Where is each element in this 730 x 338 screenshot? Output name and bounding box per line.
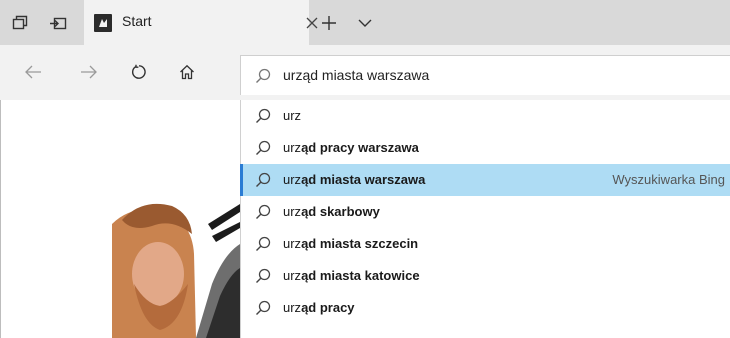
suggestion-text: urząd pracy <box>283 300 355 315</box>
address-bar[interactable]: urząd miasta warszawa <box>240 55 730 95</box>
search-icon <box>256 68 271 83</box>
home-icon <box>180 64 194 80</box>
search-suggestions-dropdown: urz urząd pracy warszawa urząd miasta wa… <box>240 100 730 338</box>
suggestion-item-selected[interactable]: urząd miasta warszawa Wyszukiwarka Bing <box>240 164 730 196</box>
tab-strip: Start <box>0 0 730 45</box>
tab-list-button[interactable] <box>348 6 382 40</box>
suggestion-text: urz <box>283 108 302 123</box>
navigation-bar: urząd miasta warszawa <box>0 45 730 100</box>
suggestion-item[interactable]: urząd pracy <box>241 292 730 324</box>
forward-button[interactable] <box>70 53 108 91</box>
refresh-icon <box>132 64 146 79</box>
search-icon <box>256 140 271 155</box>
tab-preview-button[interactable] <box>4 0 36 45</box>
content-left-border <box>0 100 1 338</box>
refresh-button[interactable] <box>120 53 158 91</box>
plus-icon <box>322 16 336 30</box>
chevron-down-icon <box>358 19 372 27</box>
forward-arrow-icon <box>81 65 97 79</box>
suggestion-item[interactable]: urząd miasta katowice <box>241 260 730 292</box>
tab-start[interactable]: Start <box>84 0 318 45</box>
suggestion-source-label: Wyszukiwarka Bing <box>612 172 725 187</box>
search-icon <box>256 300 271 315</box>
news-photo[interactable] <box>112 184 240 338</box>
search-icon <box>256 236 271 251</box>
search-icon <box>256 172 271 187</box>
search-icon <box>256 268 271 283</box>
home-button[interactable] <box>168 53 206 91</box>
suggestion-text: urząd miasta warszawa <box>283 172 426 187</box>
set-aside-tabs-icon <box>50 17 67 29</box>
search-icon <box>256 108 271 123</box>
suggestion-item[interactable]: urząd miasta szczecin <box>241 228 730 260</box>
suggestion-item[interactable]: urz <box>241 100 730 132</box>
suggestion-text: urząd skarbowy <box>283 204 380 219</box>
suggestion-text: urząd pracy warszawa <box>283 140 419 155</box>
tab-title: Start <box>122 13 152 29</box>
suggestion-item[interactable]: urząd skarbowy <box>241 196 730 228</box>
search-icon <box>256 204 271 219</box>
back-arrow-icon <box>25 65 41 79</box>
address-input-value[interactable]: urząd miasta warszawa <box>283 67 429 83</box>
set-aside-tabs-button[interactable] <box>42 0 74 45</box>
start-page-favicon <box>94 14 112 32</box>
suggestion-text: urząd miasta szczecin <box>283 236 419 251</box>
new-tab-button[interactable] <box>312 6 346 40</box>
tab-preview-icon <box>12 15 28 29</box>
suggestion-item[interactable]: urząd pracy warszawa <box>241 132 730 164</box>
back-button[interactable] <box>14 53 52 91</box>
suggestion-text: urząd miasta katowice <box>283 268 420 283</box>
